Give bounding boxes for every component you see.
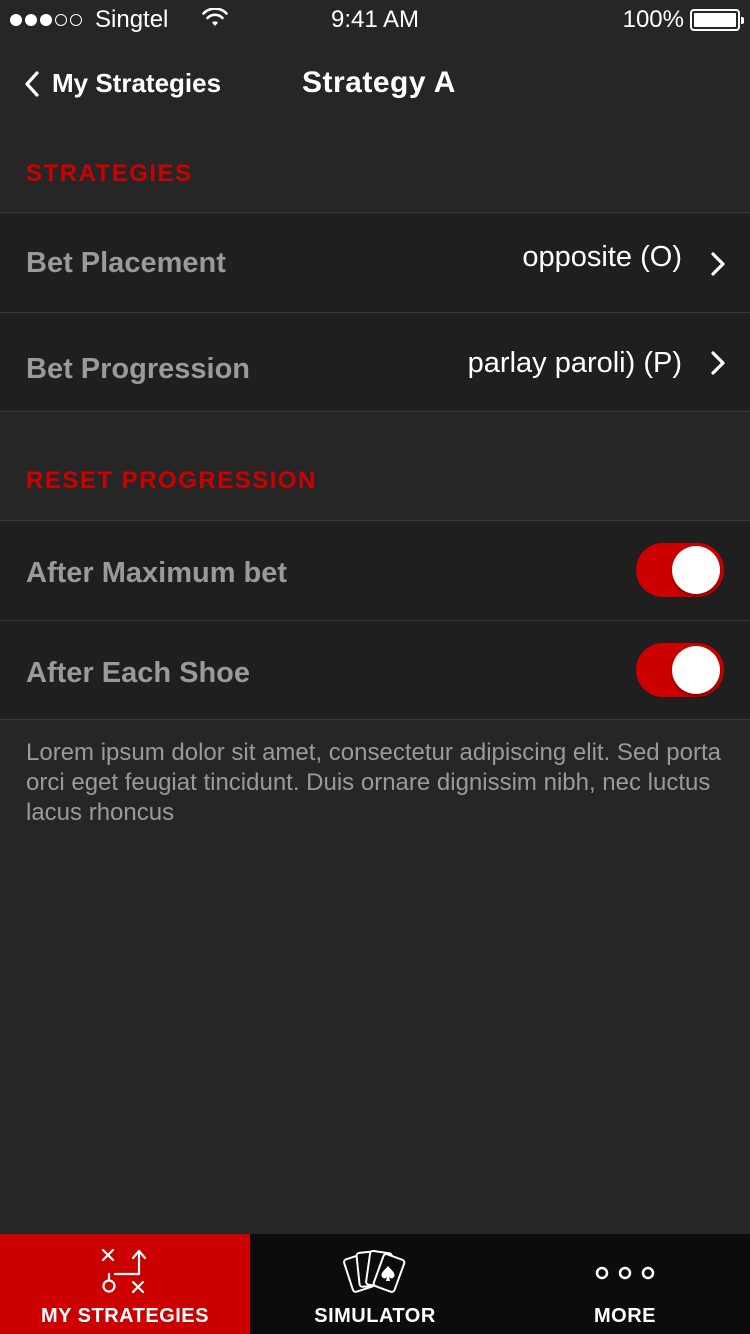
back-button[interactable]: My Strategies	[24, 68, 221, 99]
bet-placement-value: opposite (O)	[522, 241, 682, 273]
navigation-bar: My Strategies Strategy A	[0, 40, 750, 130]
after-each-shoe-toggle[interactable]	[636, 643, 724, 697]
strategy-play-icon	[101, 1248, 147, 1294]
tab-more-label: MORE	[594, 1305, 656, 1327]
status-bar: Singtel 9:41 AM 100%	[0, 0, 750, 40]
tab-more[interactable]: MORE	[500, 1234, 750, 1334]
tab-bar: MY STRATEGIES SIMULATOR MORE	[0, 1234, 750, 1334]
tab-simulator[interactable]: SIMULATOR	[250, 1234, 500, 1334]
after-maximum-bet-row: After Maximum bet	[0, 520, 750, 620]
tab-my-strategies[interactable]: MY STRATEGIES	[0, 1234, 250, 1334]
after-each-shoe-label: After Each Shoe	[26, 657, 250, 689]
battery-icon	[690, 9, 744, 31]
tab-simulator-label: SIMULATOR	[314, 1305, 436, 1327]
section-header-reset-progression: RESET PROGRESSION	[26, 467, 317, 494]
chevron-right-icon	[711, 351, 725, 375]
after-maximum-bet-toggle[interactable]	[636, 543, 724, 597]
toggle-knob	[672, 546, 720, 594]
bet-placement-row[interactable]: Bet Placement opposite (O)	[0, 212, 750, 312]
tab-my-strategies-label: MY STRATEGIES	[40, 1305, 209, 1327]
back-button-label: My Strategies	[52, 68, 222, 98]
battery-group: 100%	[622, 6, 744, 34]
section-header-strategies: STRATEGIES	[26, 160, 193, 187]
after-maximum-bet-label: After Maximum bet	[26, 557, 288, 589]
more-dots-icon	[595, 1266, 655, 1280]
page-title: Strategy A	[302, 66, 456, 99]
bet-placement-label: Bet Placement	[26, 247, 226, 279]
bet-progression-value: parlay paroli) (P)	[467, 347, 682, 379]
bet-progression-row[interactable]: Bet Progression parlay paroli) (P)	[0, 312, 750, 412]
bet-progression-label: Bet Progression	[26, 353, 250, 385]
chevron-right-icon	[711, 252, 725, 276]
toggle-knob	[672, 646, 720, 694]
description-text: Lorem ipsum dolor sit amet, consectetur …	[26, 739, 722, 826]
playing-cards-icon	[343, 1250, 406, 1293]
battery-percent: 100%	[622, 6, 684, 33]
chevron-left-icon	[25, 70, 39, 97]
after-each-shoe-row: After Each Shoe	[0, 620, 750, 720]
